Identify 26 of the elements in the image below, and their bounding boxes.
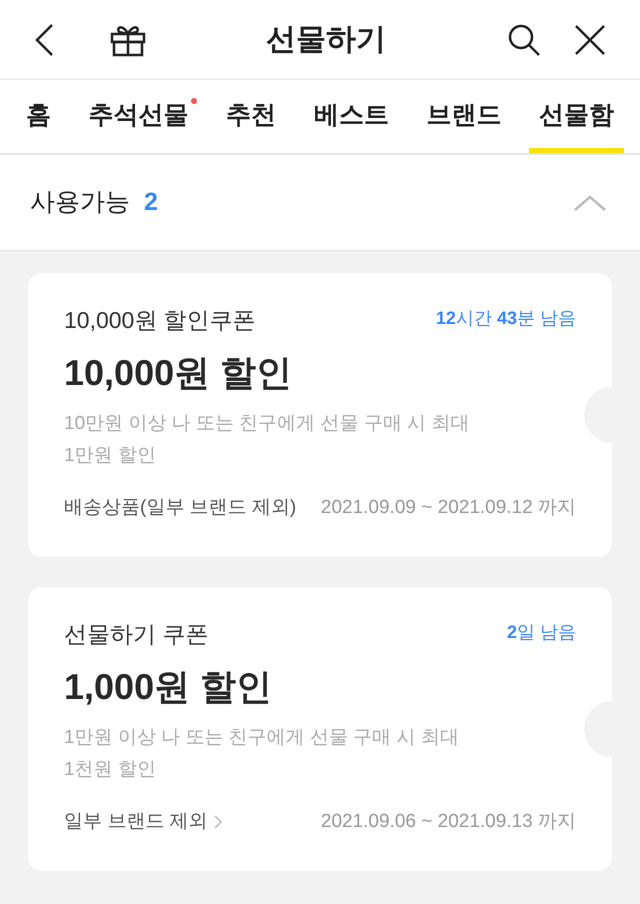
coupon-scope: 배송상품(일부 브랜드 제외) [64,496,296,520]
back-icon [34,22,56,56]
coupon-count: 2 [144,186,158,218]
close-icon [574,24,606,56]
validity-period: 2021.09.06 ~ 2021.09.13 까지 [320,810,576,834]
category-tab[interactable]: 홈 [16,80,61,153]
discount-amount: 10,000원 할인 [64,350,294,394]
section-label: 사용가능 [30,186,130,218]
category-tab[interactable]: 추석선물 [78,80,199,153]
coupon-scope[interactable]: 일부 브랜드 제외 [64,808,222,836]
page-title: 선물하기 [266,22,386,58]
coupon-name: 선물하기 쿠폰 [64,620,208,649]
category-tab[interactable]: 추천 [216,80,286,153]
coupon-name: 10,000원 할인쿠폰 [64,306,256,335]
remaining-time: 12시간 43분 남음 [436,307,576,330]
coupon-description: 10만원 이상 나 또는 친구에게 선물 구매 시 최대 1만원 할인 [64,412,470,468]
remaining-time: 2일 남음 [506,621,576,644]
validity-period: 2021.09.09 ~ 2021.09.12 까지 [320,496,576,520]
chevron-icon [573,194,607,212]
coupon-card[interactable]: 10,000원 할인쿠폰 12시간 43분 남음 10,000원 할인 10만원 이상 나 또는 친구에게 선물 구매 시 최대 1만원 할인 배송상품(일부 브랜드 제외) 2021.09.09 ~ 2021.09.12 까지 [28,273,612,557]
category-tab[interactable]: 브랜드 [416,80,512,153]
coupon-card[interactable]: 선물하기 쿠폰 2일 남음 1,000원 할인 1만원 이상 나 또는 친구에게 선물 구매 시 최대 1천원 할인 일부 브랜드 제외 2021.09.06 ~ 2021.09.13 까지 [28,587,612,871]
search-icon [507,22,541,56]
category-tab[interactable]: 베스트 [304,80,399,153]
discount-amount: 1,000원 할인 [64,664,274,708]
coupon-description: 1만원 이상 나 또는 친구에게 선물 구매 시 최대 1천원 할인 [64,726,460,782]
